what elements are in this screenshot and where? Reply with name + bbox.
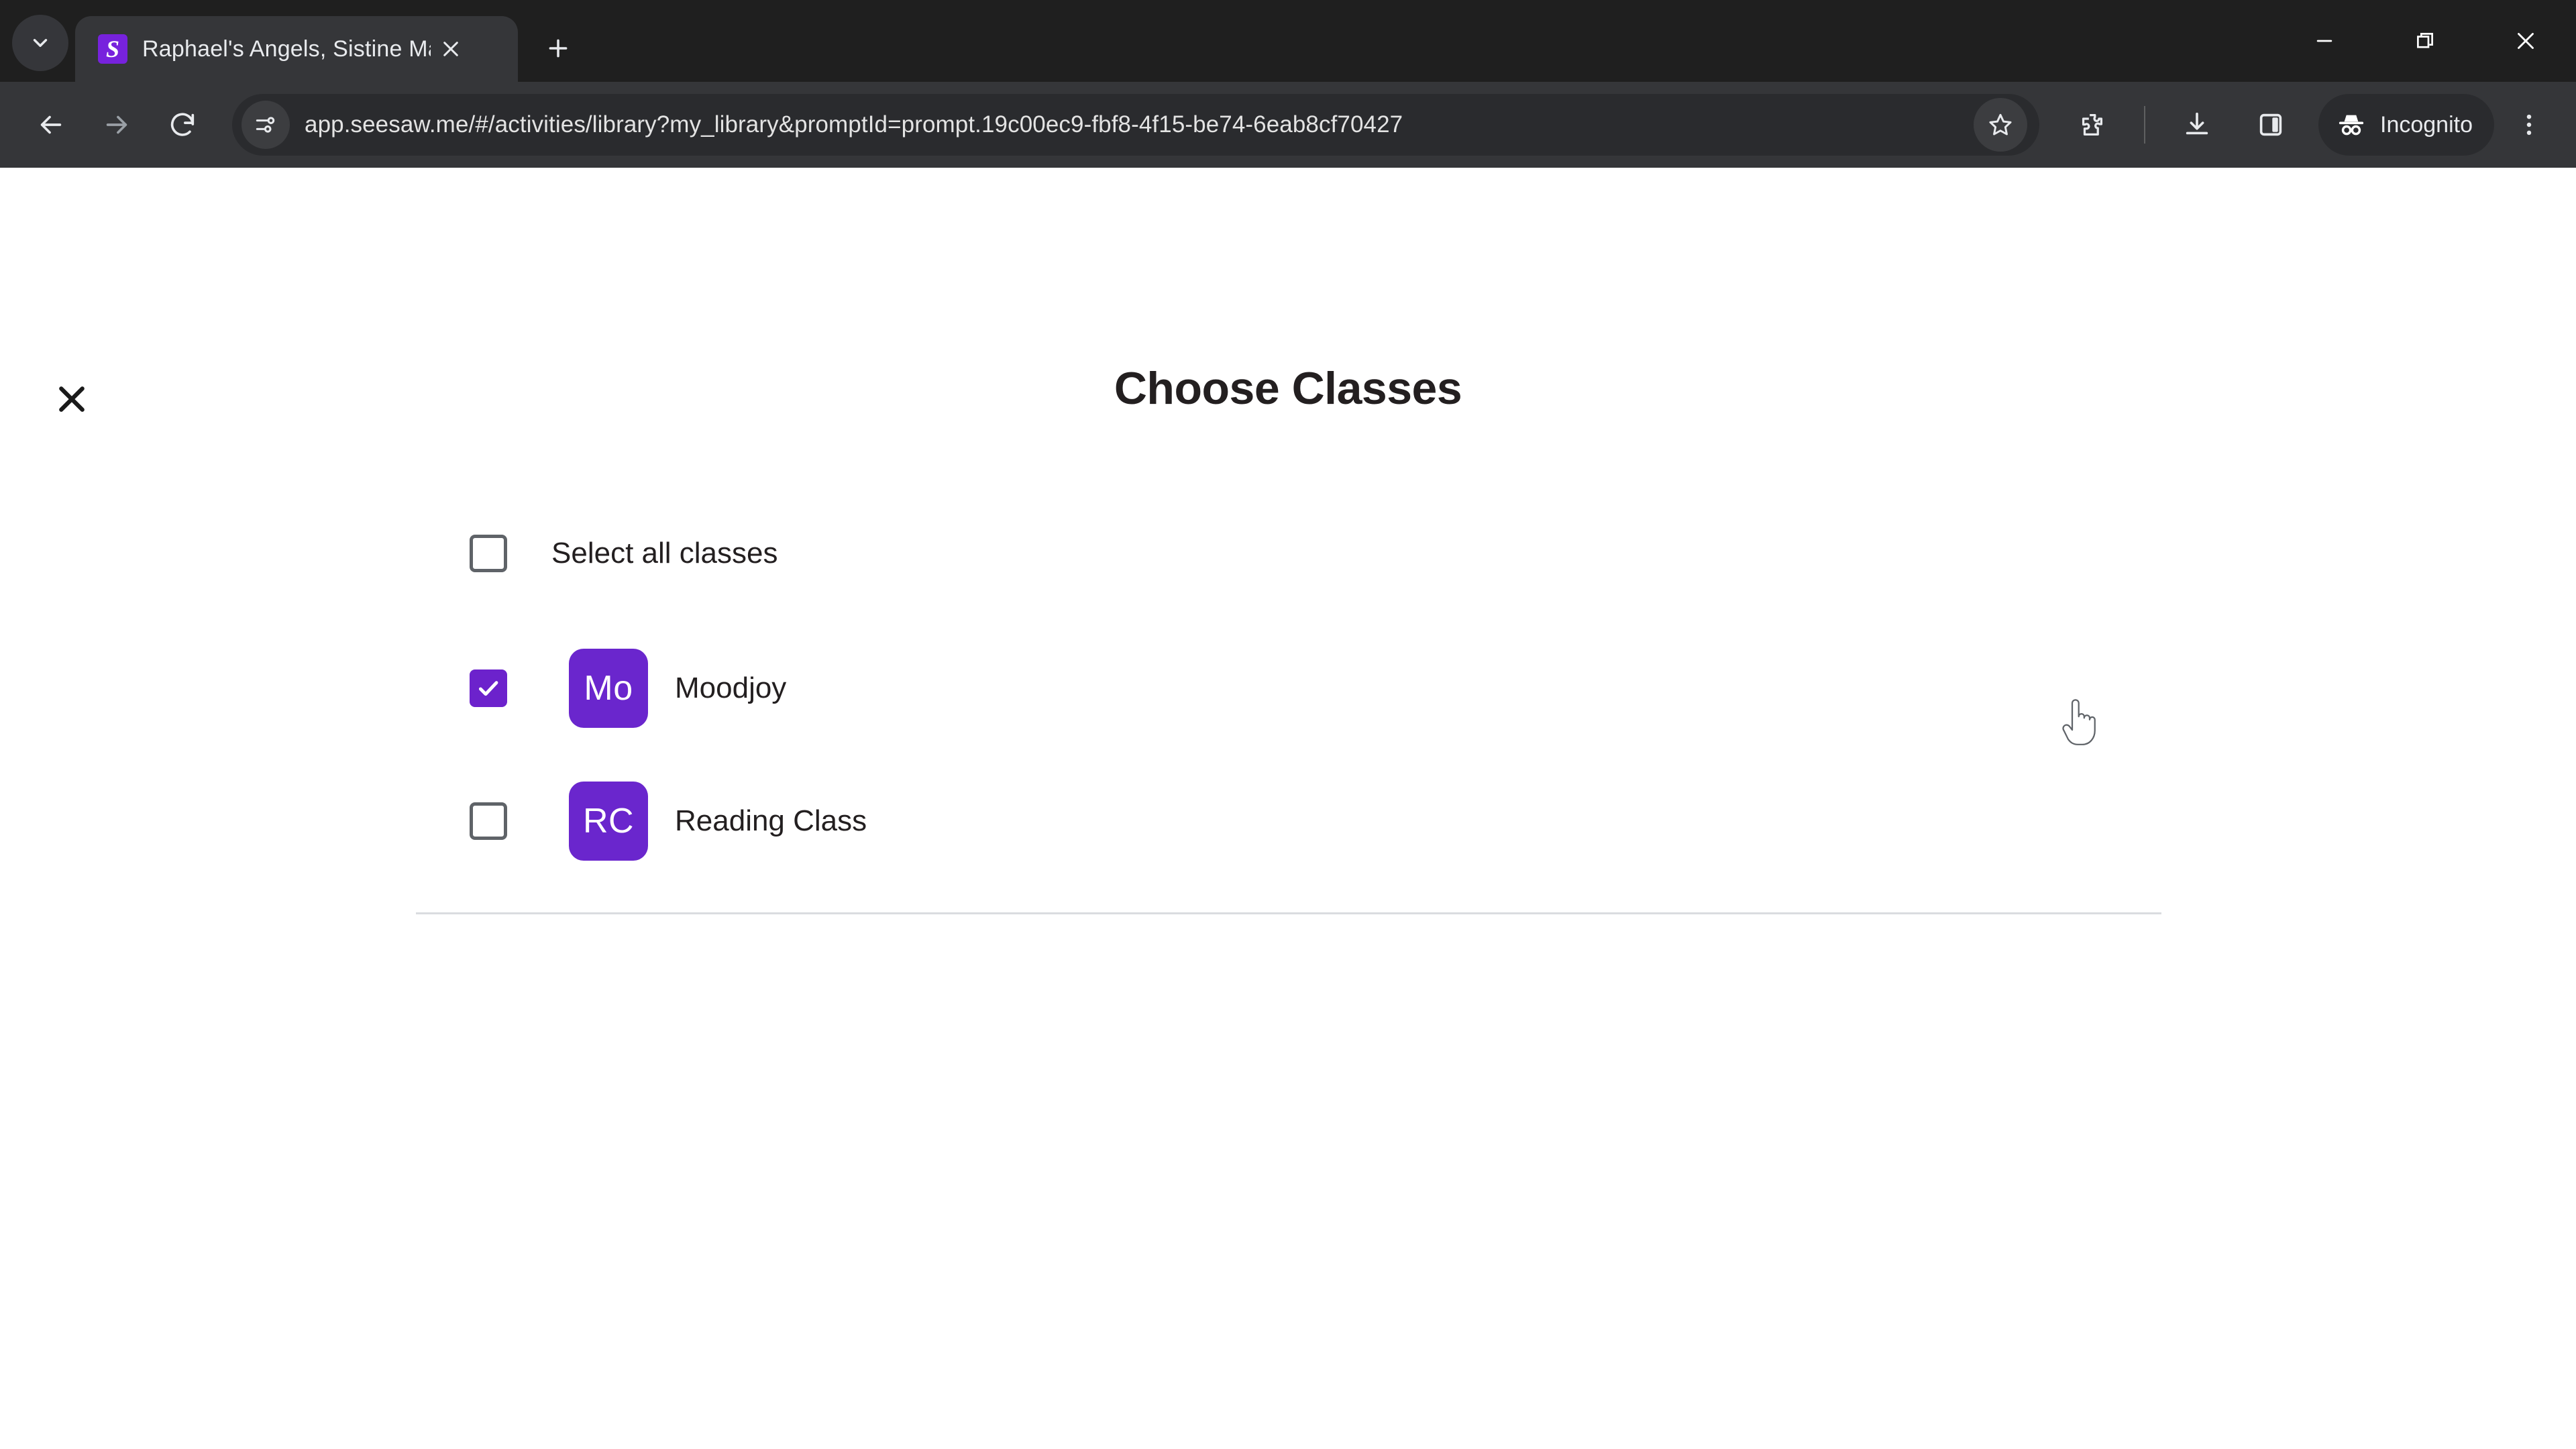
incognito-indicator[interactable]: Incognito xyxy=(2318,94,2494,156)
list-divider xyxy=(416,912,2161,914)
forward-button[interactable] xyxy=(86,94,148,156)
download-icon xyxy=(2186,112,2208,135)
avatar-initials: RC xyxy=(582,802,635,841)
incognito-label: Incognito xyxy=(2380,111,2473,138)
class-list: Select all classes Mo Moodjoy RC Reading… xyxy=(0,517,2576,868)
seesaw-favicon: S xyxy=(98,34,127,64)
tab-search-button[interactable] xyxy=(12,15,68,71)
select-all-label: Select all classes xyxy=(551,537,778,570)
class-name-moodjoy: Moodjoy xyxy=(675,672,787,704)
url-text: app.seesaw.me/#/activities/library?my_li… xyxy=(305,111,1403,138)
class-row-moodjoy[interactable]: Mo Moodjoy xyxy=(0,641,2576,735)
tab-close-button[interactable] xyxy=(431,29,471,69)
downloads-button[interactable] xyxy=(2166,94,2228,156)
extensions-puzzle-icon xyxy=(2082,113,2103,136)
avatar-initials: Mo xyxy=(584,669,633,708)
select-all-row[interactable]: Select all classes xyxy=(0,517,2576,590)
address-bar[interactable]: app.seesaw.me/#/activities/library?my_li… xyxy=(232,94,2039,156)
toolbar-divider xyxy=(2144,106,2145,144)
close-icon xyxy=(2518,33,2534,49)
class-avatar-reading-class: RC xyxy=(569,782,648,861)
browser-menu-button[interactable] xyxy=(2502,94,2556,156)
arrow-left-icon xyxy=(40,115,62,134)
page-title: Choose Classes xyxy=(1114,363,1462,414)
close-icon xyxy=(443,42,458,56)
select-all-checkbox[interactable] xyxy=(470,535,507,572)
browser-toolbar: app.seesaw.me/#/activities/library?my_li… xyxy=(0,82,2576,168)
side-panel-button[interactable] xyxy=(2240,94,2302,156)
class-checkbox-reading-class[interactable] xyxy=(470,802,507,840)
bookmark-button[interactable] xyxy=(1974,98,2027,152)
restore-icon xyxy=(2417,33,2433,48)
minimize-button[interactable] xyxy=(2274,0,2375,82)
tune-icon xyxy=(256,117,275,133)
kebab-menu-icon xyxy=(2526,114,2532,136)
maximize-button[interactable] xyxy=(2375,0,2475,82)
window-close-button[interactable] xyxy=(2475,0,2576,82)
minimize-icon xyxy=(2316,40,2332,42)
star-icon xyxy=(1989,113,2012,136)
window-controls xyxy=(2274,0,2576,82)
new-tab-button[interactable] xyxy=(533,23,584,74)
reload-button[interactable] xyxy=(152,94,213,156)
class-name-reading-class: Reading Class xyxy=(675,804,867,837)
extensions-button[interactable] xyxy=(2061,94,2123,156)
browser-window: S Raphael's Angels, Sistine Mado xyxy=(0,0,2576,1449)
browser-tab[interactable]: S Raphael's Angels, Sistine Mado xyxy=(75,16,518,82)
tab-title: Raphael's Angels, Sistine Mado xyxy=(142,36,431,62)
page-content: Choose Classes Select all classes Mo Moo… xyxy=(0,168,2576,1449)
class-checkbox-moodjoy[interactable] xyxy=(470,669,507,707)
site-settings-button[interactable] xyxy=(241,101,290,149)
check-icon xyxy=(478,681,498,696)
chevron-down-icon xyxy=(33,39,48,47)
side-panel-icon xyxy=(2259,113,2282,136)
arrow-right-icon xyxy=(106,115,127,134)
reload-icon xyxy=(170,113,195,136)
incognito-hat-icon xyxy=(2339,115,2364,136)
favicon-letter: S xyxy=(105,36,120,62)
class-row-reading-class[interactable]: RC Reading Class xyxy=(0,774,2576,868)
tab-strip: S Raphael's Angels, Sistine Mado xyxy=(0,0,2576,82)
plus-icon xyxy=(549,39,568,58)
back-button[interactable] xyxy=(20,94,82,156)
class-avatar-moodjoy: Mo xyxy=(569,649,648,728)
